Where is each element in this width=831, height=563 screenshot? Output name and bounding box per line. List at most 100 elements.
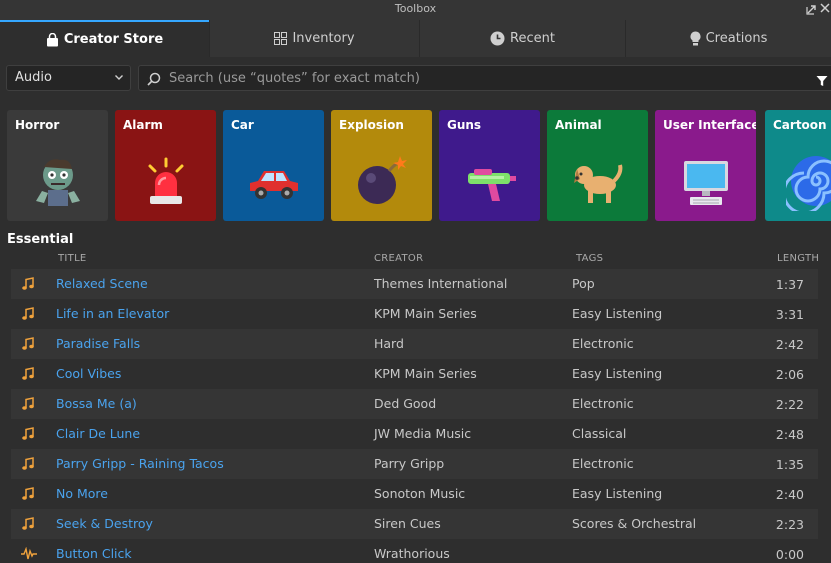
music-note-icon[interactable] (21, 427, 35, 441)
category-tile-cartoon[interactable]: Cartoon (765, 110, 831, 221)
column-header-length[interactable]: LENGTH (777, 253, 819, 264)
track-list: Relaxed Scene Themes International Pop 1… (11, 269, 818, 563)
table-row[interactable]: No More Sonoton Music Easy Listening 2:4… (11, 479, 818, 509)
waveform-icon[interactable] (21, 546, 37, 561)
track-creator: KPM Main Series (374, 306, 477, 321)
track-creator: Parry Gripp (374, 456, 445, 471)
category-tile-car[interactable]: Car (223, 110, 324, 221)
tab-inventory[interactable]: Inventory (210, 20, 419, 57)
category-dropdown[interactable]: Audio (6, 65, 131, 91)
siren-icon (115, 146, 216, 216)
clock-icon (490, 31, 505, 46)
track-tags: Electronic (572, 396, 634, 411)
track-creator: Hard (374, 336, 404, 351)
filter-icon[interactable] (816, 72, 828, 91)
category-tile-horror[interactable]: Horror (7, 110, 108, 221)
table-row[interactable]: Cool Vibes KPM Main Series Easy Listenin… (11, 359, 818, 389)
track-length: 1:35 (775, 457, 804, 472)
track-length: 2:42 (775, 337, 804, 352)
category-label: Alarm (123, 118, 163, 132)
category-label: Guns (447, 118, 482, 132)
category-label: Cartoon (773, 118, 827, 132)
category-tile-user-interface[interactable]: User Interface (655, 110, 756, 221)
tab-bar: Creator Store Inventory Recent Creations (0, 20, 831, 57)
track-length: 2:48 (775, 427, 804, 442)
track-title[interactable]: Button Click (56, 546, 132, 561)
track-title[interactable]: Clair De Lune (56, 426, 140, 441)
track-title[interactable]: Seek & Destroy (56, 516, 153, 531)
column-header-title[interactable]: TITLE (58, 253, 87, 264)
music-note-icon[interactable] (21, 367, 35, 381)
category-dropdown-value: Audio (15, 70, 52, 85)
tab-recent[interactable]: Recent (420, 20, 625, 57)
track-length: 3:31 (775, 307, 804, 322)
track-title[interactable]: No More (56, 486, 108, 501)
table-row[interactable]: Paradise Falls Hard Electronic 2:42 (11, 329, 818, 359)
search-input[interactable] (169, 68, 789, 88)
search-box (138, 65, 831, 91)
shopping-bag-icon (46, 32, 59, 47)
track-tags: Pop (572, 276, 595, 291)
track-title[interactable]: Relaxed Scene (56, 276, 148, 291)
water-gun-icon (439, 146, 540, 216)
zombie-icon (7, 146, 108, 216)
grid-icon (274, 32, 288, 45)
track-length: 2:23 (775, 517, 804, 532)
tab-creator-store[interactable]: Creator Store (0, 20, 209, 57)
category-tile-animal[interactable]: Animal (547, 110, 648, 221)
lightbulb-icon (690, 31, 701, 46)
music-note-icon[interactable] (21, 337, 35, 351)
tab-label: Recent (510, 31, 555, 46)
music-note-icon[interactable] (21, 397, 35, 411)
track-tags: Scores & Orchestral (572, 516, 697, 531)
table-row[interactable]: Clair De Lune JW Media Music Classical 2… (11, 419, 818, 449)
column-header-creator[interactable]: CREATOR (374, 253, 423, 264)
music-note-icon[interactable] (21, 517, 35, 531)
window-title: Toolbox (394, 2, 437, 15)
table-row[interactable]: Life in an Elevator KPM Main Series Easy… (11, 299, 818, 329)
track-title[interactable]: Cool Vibes (56, 366, 121, 381)
tab-label: Inventory (292, 31, 355, 46)
track-title[interactable]: Life in an Elevator (56, 306, 169, 321)
music-note-icon[interactable] (21, 307, 35, 321)
undock-icon[interactable] (805, 3, 819, 17)
category-tile-alarm[interactable]: Alarm (115, 110, 216, 221)
column-header-tags[interactable]: TAGS (576, 253, 603, 264)
track-creator: Sonoton Music (374, 486, 466, 501)
category-tile-guns[interactable]: Guns (439, 110, 540, 221)
track-length: 2:22 (775, 397, 804, 412)
track-creator: Themes International (374, 276, 508, 291)
tab-label: Creator Store (63, 32, 164, 47)
music-note-icon[interactable] (21, 457, 35, 471)
section-title: Essential (7, 232, 74, 247)
track-title[interactable]: Parry Gripp - Raining Tacos (56, 456, 224, 471)
category-label: Explosion (339, 118, 404, 132)
bomb-icon (331, 146, 432, 216)
track-creator: Wrathorious (374, 546, 450, 561)
track-tags: Easy Listening (572, 486, 663, 501)
category-label: User Interface (663, 118, 756, 132)
track-tags: Electronic (572, 336, 634, 351)
category-label: Animal (555, 118, 602, 132)
music-note-icon[interactable] (21, 487, 35, 501)
track-title[interactable]: Bossa Me (a) (56, 396, 137, 411)
category-strip: Horror Alarm Car Explosion Guns Animal U… (0, 101, 831, 231)
close-icon[interactable] (818, 3, 831, 17)
tab-creations[interactable]: Creations (626, 20, 831, 57)
search-icon (147, 71, 161, 90)
table-row[interactable]: Relaxed Scene Themes International Pop 1… (11, 269, 818, 299)
table-row[interactable]: Bossa Me (a) Ded Good Electronic 2:22 (11, 389, 818, 419)
car-icon (223, 146, 324, 216)
category-label: Horror (15, 118, 60, 132)
tab-label: Creations (705, 31, 768, 46)
table-row[interactable]: Parry Gripp - Raining Tacos Parry Gripp … (11, 449, 818, 479)
track-title[interactable]: Paradise Falls (56, 336, 140, 351)
track-tags: Classical (572, 426, 627, 441)
category-tile-explosion[interactable]: Explosion (331, 110, 432, 221)
music-note-icon[interactable] (21, 277, 35, 291)
table-row[interactable]: Button Click Wrathorious 0:00 (11, 539, 818, 563)
track-tags: Electronic (572, 456, 634, 471)
category-label: Car (231, 118, 254, 132)
track-tags: Easy Listening (572, 306, 663, 321)
table-row[interactable]: Seek & Destroy Siren Cues Scores & Orche… (11, 509, 818, 539)
